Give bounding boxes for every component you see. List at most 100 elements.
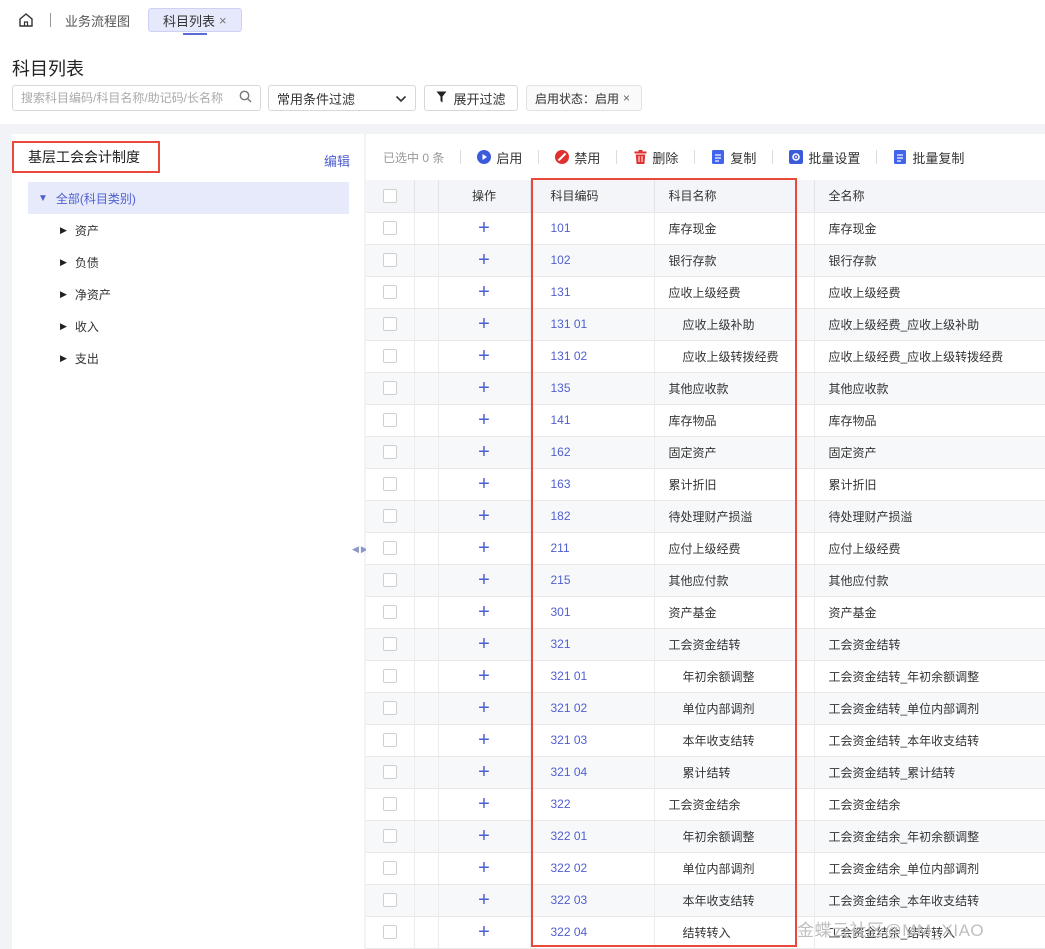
table-row[interactable]: +322 03 本年收支结转 工会资金结余_本年收支结转	[366, 884, 1045, 917]
table-row[interactable]: +215 其他应付款 其他应付款	[366, 564, 1045, 597]
add-child-icon[interactable]: +	[478, 409, 490, 431]
column-header-code[interactable]: 科目编码	[530, 180, 655, 213]
add-child-icon[interactable]: +	[478, 345, 490, 367]
row-checkbox[interactable]	[382, 477, 397, 492]
caret-right-icon[interactable]: ▶	[60, 321, 67, 332]
row-checkbox[interactable]	[382, 637, 397, 652]
add-child-icon[interactable]: +	[478, 793, 490, 815]
add-child-icon[interactable]: +	[478, 665, 490, 687]
table-row[interactable]: +131 01 应收上级补助 应收上级经费_应收上级补助	[366, 308, 1045, 341]
add-child-icon[interactable]: +	[478, 569, 490, 591]
home-icon[interactable]	[16, 10, 36, 30]
row-checkbox[interactable]	[382, 733, 397, 748]
subject-code-link[interactable]: 135	[551, 381, 571, 395]
row-checkbox[interactable]	[382, 221, 397, 236]
expand-filter-button[interactable]: 展开过滤	[424, 85, 518, 111]
close-icon[interactable]: ×	[623, 91, 630, 105]
subject-code-link[interactable]: 322	[551, 797, 571, 811]
column-header-full-name[interactable]: 全名称	[814, 180, 1045, 213]
copy-button[interactable]: 复制	[711, 148, 756, 167]
table-row[interactable]: +131 02 应收上级转拨经费 应收上级经费_应收上级转拨经费	[366, 340, 1045, 373]
subject-code-link[interactable]: 322 03	[551, 893, 588, 907]
add-child-icon[interactable]: +	[478, 377, 490, 399]
add-child-icon[interactable]: +	[478, 537, 490, 559]
row-checkbox[interactable]	[382, 253, 397, 268]
subject-code-link[interactable]: 211	[551, 541, 570, 555]
subject-code-link[interactable]: 131 01	[551, 317, 588, 331]
disable-button[interactable]: 禁用	[555, 148, 600, 167]
row-checkbox[interactable]	[382, 797, 397, 812]
row-checkbox[interactable]	[382, 605, 397, 620]
caret-right-icon[interactable]: ▶	[60, 353, 67, 364]
add-child-icon[interactable]: +	[478, 697, 490, 719]
subject-code-link[interactable]: 321 04	[551, 765, 588, 779]
subject-code-link[interactable]: 322 04	[551, 925, 588, 939]
add-child-icon[interactable]: +	[478, 249, 490, 271]
subject-code-link[interactable]: 131	[551, 285, 571, 299]
row-checkbox[interactable]	[382, 317, 397, 332]
subject-code-link[interactable]: 321 02	[551, 701, 588, 715]
caret-right-icon[interactable]: ▶	[60, 225, 67, 236]
row-checkbox[interactable]	[382, 285, 397, 300]
subject-code-link[interactable]: 162	[551, 445, 571, 459]
subject-code-link[interactable]: 322 01	[551, 829, 588, 843]
add-child-icon[interactable]: +	[478, 601, 490, 623]
subject-code-link[interactable]: 321 01	[551, 669, 588, 683]
tree-node-expense[interactable]: ▶ 支出	[60, 348, 99, 368]
table-row[interactable]: +163 累计折旧 累计折旧	[366, 468, 1045, 501]
table-row[interactable]: +322 02 单位内部调剂 工会资金结余_单位内部调剂	[366, 852, 1045, 885]
table-row[interactable]: +182 待处理财产损溢 待处理财产损溢	[366, 500, 1045, 533]
row-checkbox[interactable]	[382, 893, 397, 908]
row-checkbox[interactable]	[382, 925, 397, 940]
table-row[interactable]: +321 04 累计结转 工会资金结转_累计结转	[366, 756, 1045, 789]
table-row[interactable]: +141 库存物品 库存物品	[366, 404, 1045, 437]
row-checkbox[interactable]	[382, 413, 397, 428]
add-child-icon[interactable]: +	[478, 825, 490, 847]
row-checkbox[interactable]	[382, 349, 397, 364]
row-checkbox[interactable]	[382, 509, 397, 524]
row-checkbox[interactable]	[382, 701, 397, 716]
add-child-icon[interactable]: +	[478, 729, 490, 751]
row-checkbox[interactable]	[382, 829, 397, 844]
column-header-name[interactable]: 科目名称	[654, 180, 815, 213]
subject-code-link[interactable]: 182	[551, 509, 571, 523]
subject-code-link[interactable]: 321	[551, 637, 571, 651]
row-checkbox[interactable]	[382, 669, 397, 684]
add-child-icon[interactable]: +	[478, 921, 490, 943]
row-checkbox[interactable]	[382, 861, 397, 876]
table-row[interactable]: +211 应付上级经费 应付上级经费	[366, 532, 1045, 565]
tab-subject-list[interactable]: 科目列表 ×	[148, 8, 242, 35]
add-child-icon[interactable]: +	[478, 633, 490, 655]
subject-code-link[interactable]: 131 02	[551, 349, 588, 363]
tree-node-income[interactable]: ▶ 收入	[60, 316, 99, 336]
search-box[interactable]	[12, 85, 261, 111]
batch-copy-button[interactable]: 批量复制	[893, 148, 964, 167]
search-icon[interactable]	[239, 90, 252, 106]
caret-down-icon[interactable]: ▼	[38, 193, 48, 204]
search-input[interactable]	[21, 91, 239, 105]
row-checkbox[interactable]	[382, 541, 397, 556]
table-row[interactable]: +301 资产基金 资产基金	[366, 596, 1045, 629]
tree-node-assets[interactable]: ▶ 资产	[60, 220, 99, 240]
table-row[interactable]: +131 应收上级经费 应收上级经费	[366, 276, 1045, 309]
close-icon[interactable]: ×	[219, 13, 227, 28]
row-checkbox[interactable]	[382, 445, 397, 460]
table-row[interactable]: +321 01 年初余额调整 工会资金结转_年初余额调整	[366, 660, 1045, 693]
delete-button[interactable]: 删除	[633, 148, 678, 167]
row-checkbox[interactable]	[382, 573, 397, 588]
add-child-icon[interactable]: +	[478, 505, 490, 527]
table-row[interactable]: +102 银行存款 银行存款	[366, 244, 1045, 277]
table-row[interactable]: +101 库存现金 库存现金	[366, 212, 1045, 245]
table-row[interactable]: +321 03 本年收支结转 工会资金结转_本年收支结转	[366, 724, 1045, 757]
add-child-icon[interactable]: +	[478, 761, 490, 783]
add-child-icon[interactable]: +	[478, 441, 490, 463]
caret-right-icon[interactable]: ▶	[60, 257, 67, 268]
batch-set-button[interactable]: 批量设置	[789, 148, 860, 167]
subject-code-link[interactable]: 215	[551, 573, 571, 587]
subject-code-link[interactable]: 141	[551, 413, 571, 427]
tree-node-all[interactable]: ▼ 全部(科目类别)	[28, 182, 349, 214]
add-child-icon[interactable]: +	[478, 889, 490, 911]
row-checkbox[interactable]	[382, 765, 397, 780]
tab-business-flow[interactable]: 业务流程图	[65, 11, 130, 30]
table-row[interactable]: +321 02 单位内部调剂 工会资金结转_单位内部调剂	[366, 692, 1045, 725]
